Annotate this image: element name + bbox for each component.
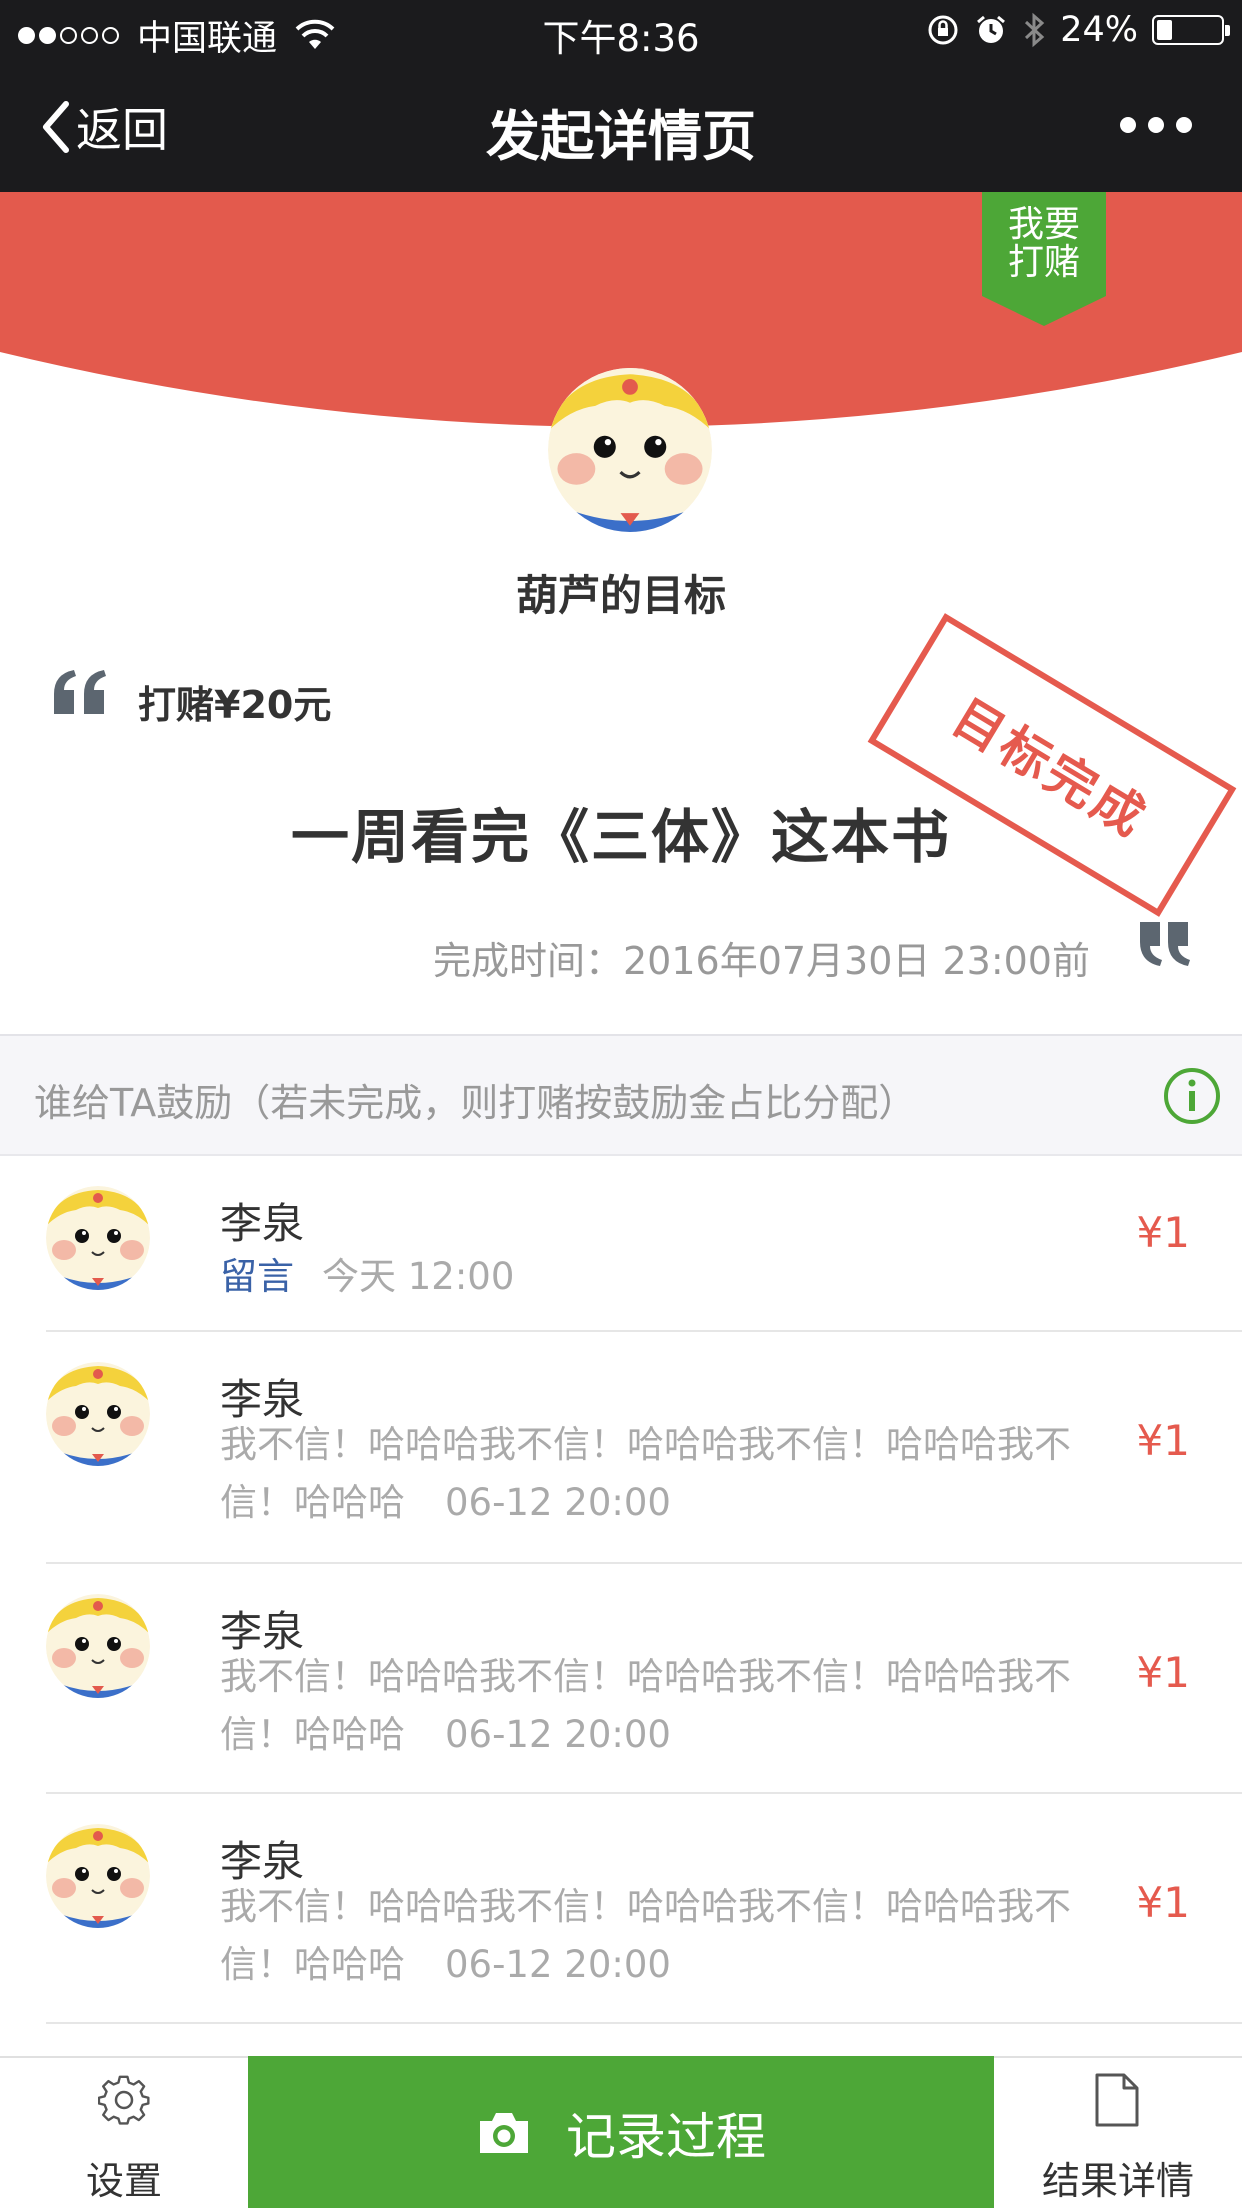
user-name: 李泉 [220, 1199, 305, 1248]
record-label: 记录过程 [566, 2108, 766, 2166]
more-button[interactable] [1120, 117, 1192, 133]
encourage-amount: ¥1 [1136, 1878, 1190, 1927]
more-dot [1148, 117, 1164, 133]
camera-icon [480, 2113, 528, 2153]
encourage-amount: ¥1 [1136, 1416, 1190, 1465]
row-time: 今天 12:00 [322, 1255, 515, 1298]
user-avatar[interactable] [46, 1362, 150, 1466]
row-meta: 我不信！哈哈哈我不信！哈哈哈我不信！哈哈哈我不信！哈哈哈 06-12 20:00 [220, 1416, 1100, 1532]
result-details-label: 结果详情 [1041, 2159, 1194, 2203]
battery-icon [1152, 15, 1230, 45]
info-icon[interactable] [1162, 1066, 1222, 1126]
encourage-section-header: 谁给TA鼓励（若未完成，则打赌按鼓励金占比分配） [0, 1034, 1242, 1156]
comment-link[interactable]: 留言 [220, 1255, 294, 1298]
battery-percent: 24% [1060, 10, 1138, 50]
nav-bar: 返回 发起详情页 [0, 62, 1242, 192]
encouragement-list: 李泉 留言 今天 12:00 ¥1 李泉 我不信！哈哈哈我不信！哈哈哈我不信！哈哈… [0, 1156, 1242, 2024]
bet-amount: 打赌¥20元 [138, 683, 332, 727]
encouragement-row[interactable]: 李泉 我不信！哈哈哈我不信！哈哈哈我不信！哈哈哈我不信！哈哈哈 06-12 20:… [0, 1332, 1242, 1564]
alarm-icon [977, 15, 1006, 43]
encouragement-row[interactable]: 李泉 我不信！哈哈哈我不信！哈哈哈我不信！哈哈哈我不信！哈哈哈 06-12 20:… [0, 1794, 1242, 2024]
row-divider [46, 2022, 1242, 2024]
user-avatar[interactable] [46, 1186, 150, 1290]
more-dot [1120, 117, 1136, 133]
encourage-amount: ¥1 [1136, 1648, 1190, 1697]
status-right: 24% [926, 10, 1230, 50]
row-time: 06-12 20:00 [445, 1713, 671, 1756]
cartoon-face-avatar [548, 368, 712, 532]
cartoon-face-avatar [46, 1824, 150, 1928]
document-icon [1095, 2073, 1139, 2127]
bet-ribbon-label: 我要 打赌 [1007, 204, 1080, 283]
settings-label: 设置 [85, 2159, 162, 2203]
row-time: 06-12 20:00 [445, 1481, 671, 1524]
close-quote-icon [1140, 922, 1190, 966]
record-process-button[interactable]: 记录过程 [248, 2056, 994, 2208]
cartoon-face-avatar [46, 1186, 150, 1290]
settings-tab[interactable]: 设置 [0, 2058, 248, 2208]
result-details-tab[interactable]: 结果详情 [994, 2058, 1242, 2208]
user-avatar[interactable] [46, 1824, 150, 1928]
status-bar: 中国联通 下午8:36 24% [0, 0, 1242, 62]
encouragement-row[interactable]: 李泉 我不信！哈哈哈我不信！哈哈哈我不信！哈哈哈我不信！哈哈哈 06-12 20:… [0, 1564, 1242, 1794]
encourage-section-title: 谁给TA鼓励（若未完成，则打赌按鼓励金占比分配） [34, 1081, 917, 1125]
cartoon-face-avatar [46, 1594, 150, 1698]
row-meta: 留言 今天 12:00 [220, 1248, 1100, 1306]
open-quote-icon [54, 670, 106, 714]
bet-ribbon-button[interactable]: 我要 打赌 [982, 192, 1106, 326]
deadline-text: 完成时间：2016年07月30日 23:00前 [432, 939, 1090, 983]
bluetooth-icon [1025, 12, 1045, 48]
more-dot [1176, 117, 1192, 133]
encouragement-row[interactable]: 李泉 留言 今天 12:00 ¥1 [0, 1156, 1242, 1332]
gear-icon [98, 2075, 150, 2125]
cartoon-face-avatar [46, 1362, 150, 1466]
goal-owner-title: 葫芦的目标 [515, 571, 726, 620]
page-title: 发起详情页 [486, 105, 756, 168]
row-meta: 我不信！哈哈哈我不信！哈哈哈我不信！哈哈哈我不信！哈哈哈 06-12 20:00 [220, 1878, 1100, 1994]
bottom-bar: 设置 记录过程 结果详情 [0, 2056, 1242, 2208]
rotation-lock-icon [928, 15, 958, 45]
row-time: 06-12 20:00 [445, 1943, 671, 1986]
row-meta: 我不信！哈哈哈我不信！哈哈哈我不信！哈哈哈我不信！哈哈哈 06-12 20:00 [220, 1648, 1100, 1764]
owner-avatar[interactable] [548, 368, 712, 532]
encourage-amount: ¥1 [1136, 1208, 1190, 1257]
user-avatar[interactable] [46, 1594, 150, 1698]
